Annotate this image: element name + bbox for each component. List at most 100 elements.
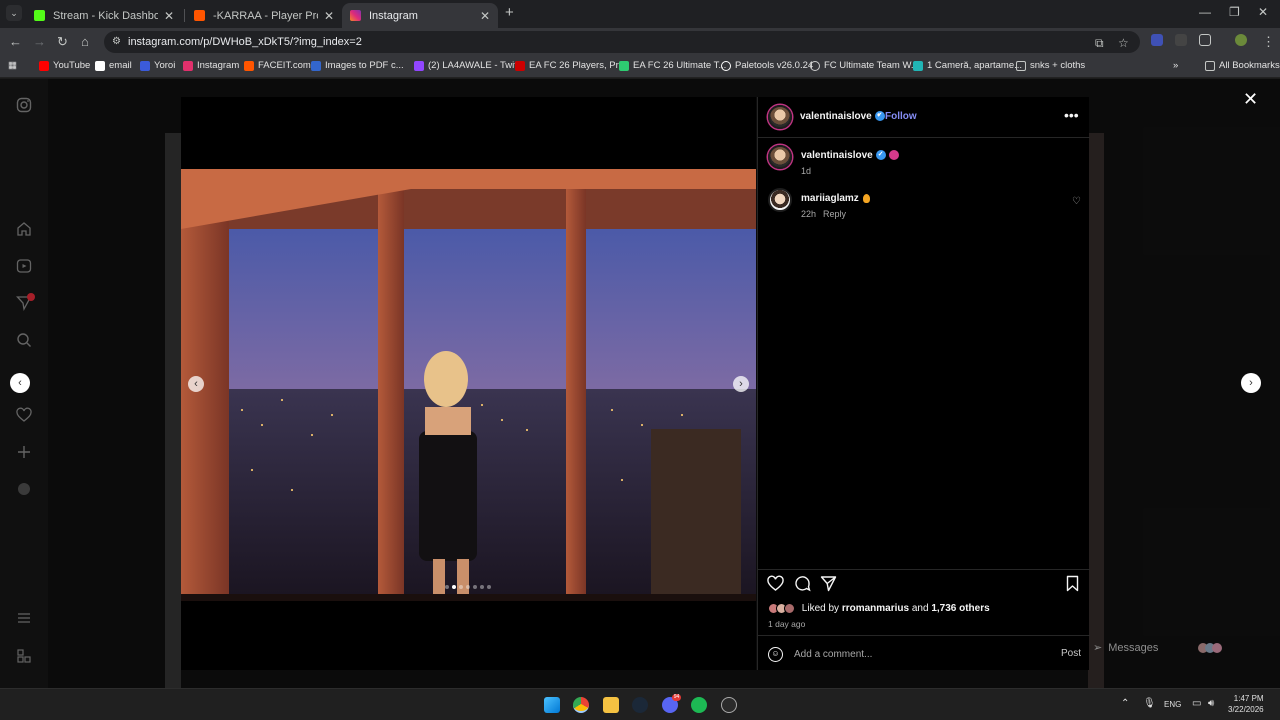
instagram-favicon-icon [350, 10, 361, 21]
profile-avatar[interactable] [1235, 34, 1247, 46]
bookmark-yoroi[interactable]: Yoroi [140, 60, 175, 71]
globe-icon [721, 60, 731, 71]
divider [758, 569, 1090, 570]
tab-instagram[interactable]: Instagram ✕ [342, 3, 498, 28]
youtube-icon [39, 60, 49, 71]
share-send-icon[interactable] [820, 575, 837, 592]
tab-title: Stream - Kick Dashboard [53, 9, 158, 22]
emoji-picker-icon[interactable]: ☺ [768, 647, 783, 662]
bookmark-fc-ultimate-team[interactable]: FC Ultimate Team W... [810, 60, 919, 71]
carousel-dot [473, 585, 477, 589]
address-bar[interactable]: ⚙ instagram.com/p/DWHoB_xDkT5/?img_index… [104, 31, 1140, 53]
steam-icon[interactable] [632, 697, 648, 713]
bookmark-images-to-pdf[interactable]: Images to PDF c... [311, 60, 404, 71]
bookmark-instagram[interactable]: Instagram [183, 60, 239, 71]
home-icon[interactable]: ⌂ [81, 34, 89, 49]
carousel-dot [487, 585, 491, 589]
language-indicator[interactable]: ENG [1164, 700, 1181, 709]
author-avatar[interactable] [768, 105, 792, 129]
bookmark-twitch[interactable]: (2) LA4AWALE - Twit... [414, 60, 525, 71]
apps-grid-icon[interactable]: ▦ [8, 60, 17, 71]
bookmarks-overflow-icon[interactable]: » [1173, 60, 1178, 71]
minimize-icon[interactable]: — [1199, 5, 1211, 19]
divider [758, 635, 1090, 636]
bookmark-star-icon[interactable]: ☆ [1118, 36, 1129, 50]
comment-username[interactable]: mariiaglamz [801, 193, 870, 204]
bookmark-label: FC Ultimate Team W... [824, 60, 919, 71]
site-info-icon[interactable]: ⚙ [112, 36, 121, 47]
tab-close-icon[interactable]: ✕ [324, 9, 334, 23]
all-bookmarks[interactable]: All Bookmarks [1205, 60, 1280, 71]
extension-icon[interactable] [1151, 34, 1163, 46]
commenter-avatar[interactable] [768, 188, 792, 212]
follow-button[interactable]: Follow [885, 111, 917, 122]
next-post-button[interactable]: › [1241, 373, 1261, 393]
file-explorer-icon[interactable] [603, 697, 619, 713]
restore-icon[interactable]: ❐ [1229, 5, 1240, 19]
comment-timestamp[interactable]: 22h [801, 209, 816, 219]
likes-summary[interactable]: Liked by rromanmarius and 1,736 others [768, 603, 990, 614]
tray-app-icon[interactable] [721, 697, 737, 713]
comment-like-icon[interactable]: ♡ [1072, 196, 1081, 207]
volume-icon[interactable]: 🔊︎ [1208, 698, 1214, 709]
taskbar-clock[interactable]: 1:47 PM 3/22/2026 [1228, 693, 1264, 715]
post-comment-button[interactable]: Post [1061, 648, 1081, 659]
extension-icon[interactable] [1175, 34, 1187, 46]
caption-timestamp[interactable]: 1d [801, 166, 811, 176]
comment-reply-button[interactable]: Reply [823, 209, 846, 219]
tray-overflow-icon[interactable]: ⌃ [1121, 698, 1129, 709]
bookmark-folder-snks[interactable]: snks + cloths [1016, 60, 1085, 71]
likes-count[interactable]: 1,736 others [931, 603, 989, 614]
like-heart-icon[interactable] [767, 575, 784, 592]
bookmark-email[interactable]: email [95, 60, 132, 71]
spotify-icon[interactable] [691, 697, 707, 713]
author-username[interactable]: valentinaislove ✓ [800, 111, 885, 122]
add-comment-input[interactable] [794, 645, 1044, 663]
instagram-icon [183, 60, 193, 71]
previous-post-button[interactable]: ‹ [10, 373, 30, 393]
carousel-indicator [445, 585, 491, 589]
network-icon[interactable]: ▭ [1192, 698, 1201, 709]
clock-date: 3/22/2026 [1228, 705, 1264, 714]
caption-author-avatar[interactable] [768, 145, 792, 169]
messages-drawer[interactable]: ➢ Messages [1093, 641, 1223, 654]
message-avatar [1212, 642, 1223, 653]
bookmark-youtube[interactable]: YouTube [39, 60, 90, 71]
chrome-icon[interactable] [573, 697, 589, 713]
reload-icon[interactable]: ↻ [57, 34, 68, 50]
menu-kebab-icon[interactable]: ⋮ [1262, 34, 1275, 50]
bookmark-faceit[interactable]: FACEIT.com [244, 60, 311, 71]
window-close-icon[interactable]: ✕ [1258, 5, 1268, 19]
microphone-icon[interactable]: 🎙︎ [1143, 698, 1156, 709]
bookmark-apartment[interactable]: 1 Cameră, apartame... [913, 60, 1022, 71]
tab-close-icon[interactable]: ✕ [480, 9, 490, 23]
bookmark-label: All Bookmarks [1219, 60, 1280, 71]
pdf-tool-icon [311, 60, 321, 71]
windows-start-icon[interactable] [544, 697, 560, 713]
save-bookmark-icon[interactable] [1064, 575, 1081, 592]
tab-search-button[interactable]: ⌄ [6, 5, 22, 21]
carousel-next-button[interactable]: › [733, 376, 749, 392]
new-tab-button[interactable]: + [505, 4, 514, 21]
bookmark-paletools[interactable]: Paletools v26.0.24 [721, 60, 813, 71]
tab-close-icon[interactable]: ✕ [164, 9, 174, 23]
caption-username[interactable]: valentinaislove ✓ [801, 150, 899, 161]
carousel-previous-button[interactable]: ‹ [188, 376, 204, 392]
comment-bubble-icon[interactable] [794, 575, 811, 592]
windows-taskbar: 94 ⌃ 🎙︎ ENG ▭ 🔊︎ 1:47 PM 3/22/2026 [0, 688, 1280, 720]
post-details-panel: valentinaislove ✓ • Follow ••• valentinai… [757, 97, 1090, 670]
post-media: ‹ › [181, 97, 756, 670]
extensions-puzzle-icon[interactable] [1199, 34, 1211, 46]
more-options-icon[interactable]: ••• [1064, 107, 1079, 123]
liked-by-user[interactable]: rromanmarius [842, 603, 909, 614]
forward-icon[interactable]: → [33, 34, 46, 49]
install-app-icon[interactable]: ⧉ [1095, 36, 1104, 51]
back-icon[interactable]: ← [9, 34, 22, 49]
bookmark-ea-fc-players[interactable]: EA FC 26 Players, Pri... [515, 60, 629, 71]
bookmark-ea-fc-ultimate[interactable]: EA FC 26 Ultimate T... [619, 60, 726, 71]
folder-icon [1205, 60, 1215, 71]
tab-faceit-profile[interactable]: -KARRAA - Player Profile - FACEIT ✕ [186, 3, 342, 28]
close-modal-icon[interactable]: ✕ [1243, 89, 1258, 110]
tab-kick-dashboard[interactable]: Stream - Kick Dashboard ✕ [26, 3, 182, 28]
divider [758, 137, 1090, 138]
